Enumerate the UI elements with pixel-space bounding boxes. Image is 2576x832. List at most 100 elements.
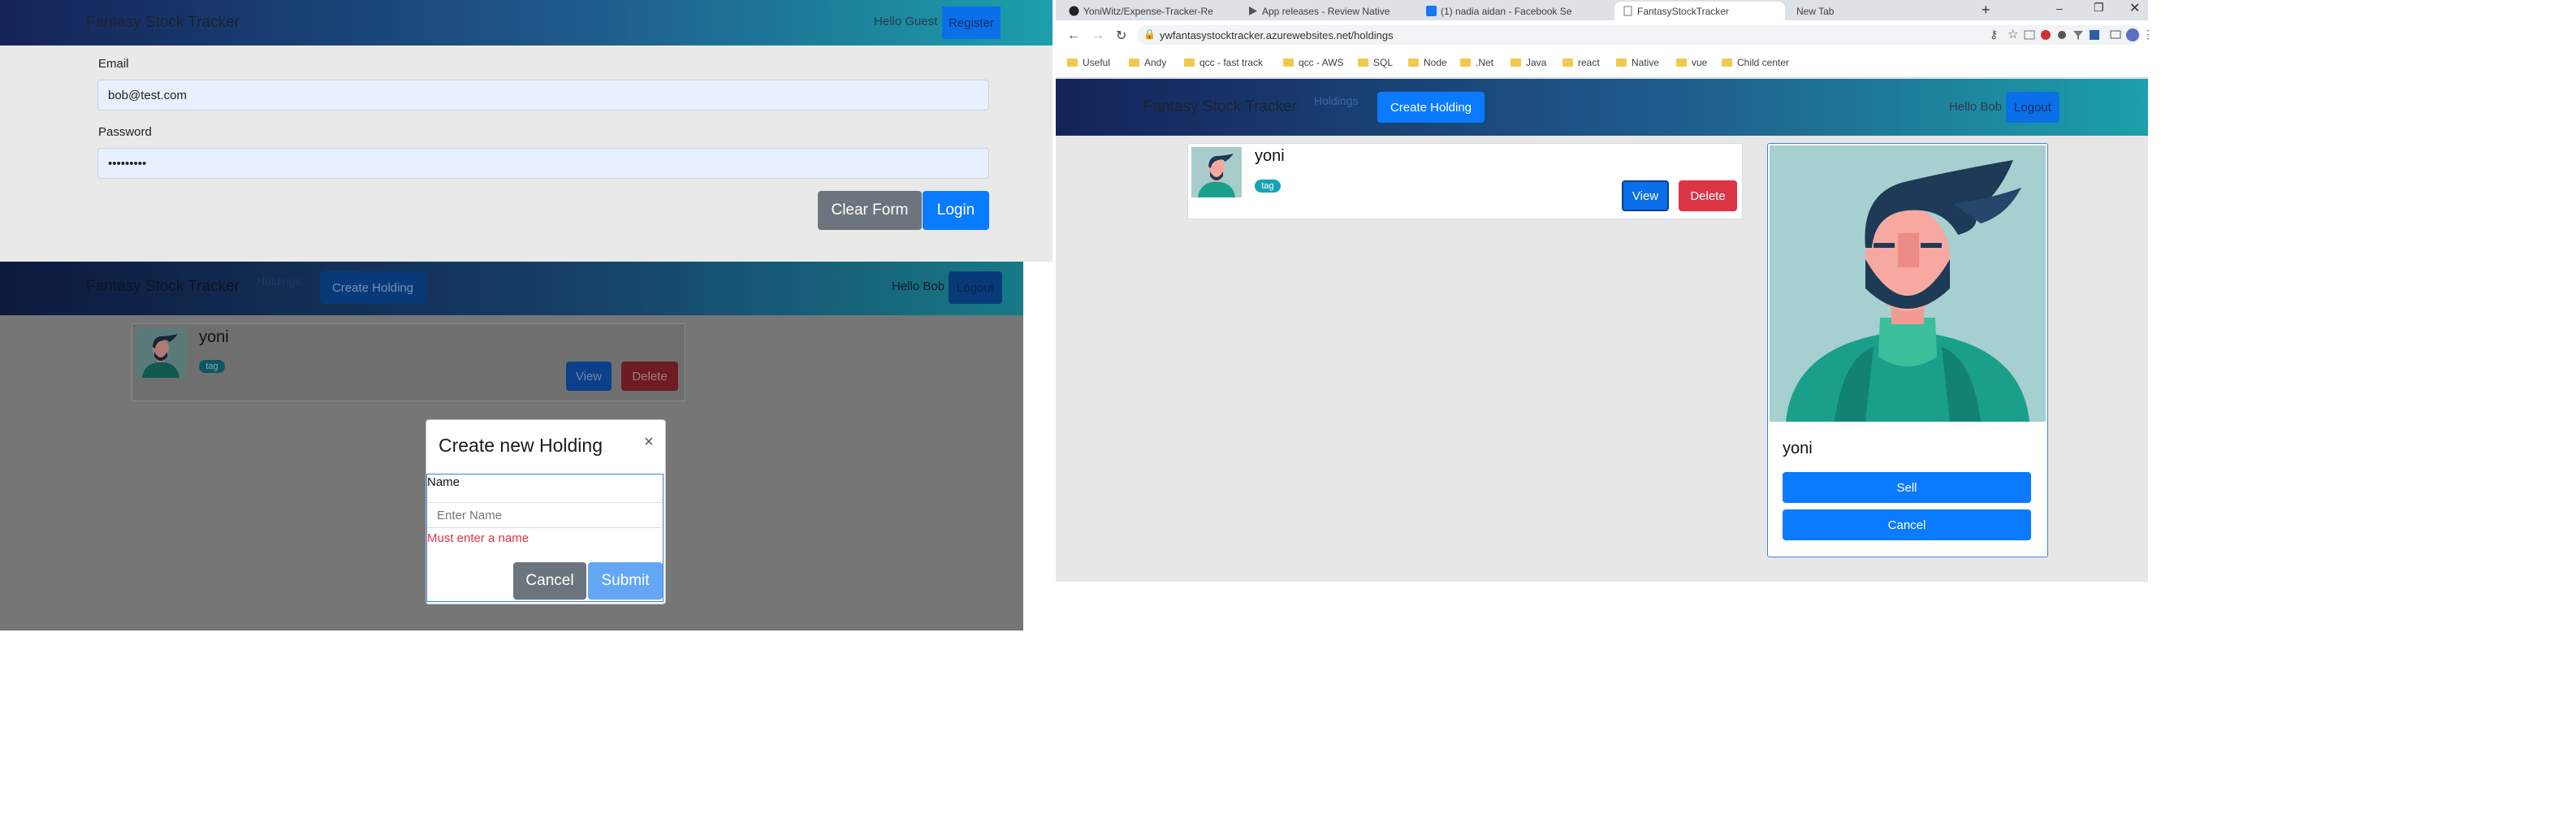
cast-icon[interactable]: [2110, 29, 2121, 41]
filter-icon[interactable]: [2072, 29, 2084, 41]
browser-screenshot: YoniWitz/Expense-Tracker-Re App releases…: [1056, 0, 2154, 582]
detail-name: yoni: [1783, 440, 1813, 457]
modal-title: Create new Holding: [439, 435, 603, 456]
tab-facebook[interactable]: (1) nadia aidan - Facebook Se: [1418, 2, 1580, 20]
folder-icon: [1460, 58, 1471, 67]
bookmark-8[interactable]: react: [1562, 57, 1600, 68]
tab-app-releases[interactable]: App releases - Review Native: [1239, 2, 1402, 20]
holding-detail-card: yoni Sell Cancel: [1767, 143, 2048, 557]
back-icon[interactable]: ←: [1067, 28, 1080, 43]
facebook-icon: [1426, 6, 1437, 16]
brand[interactable]: Fantasy Stock Tracker: [86, 14, 240, 32]
minimize-icon[interactable]: –: [2056, 2, 2063, 15]
login-button[interactable]: Login: [923, 191, 989, 230]
gear-icon[interactable]: [2056, 29, 2068, 41]
folder-icon: [1562, 58, 1573, 67]
folder-icon: [1616, 58, 1627, 67]
name-input[interactable]: [427, 502, 661, 528]
tag-badge: tag: [199, 360, 225, 373]
avatar-icon[interactable]: [2126, 28, 2139, 41]
tab-label: YoniWitz/Expense-Tracker-Re: [1083, 5, 1213, 17]
holding-card[interactable]: yoni tag View Delete: [1187, 143, 1743, 219]
bookmark-11[interactable]: Child center: [1722, 57, 1789, 68]
brand[interactable]: Fantasy Stock Tracker: [86, 278, 240, 296]
login-screenshot: Fantasy Stock Tracker Hello Guest Regist…: [0, 0, 1052, 262]
bookmark-7[interactable]: Java: [1511, 57, 1546, 68]
bookmark-6[interactable]: .Net: [1460, 57, 1493, 68]
register-button[interactable]: Register: [942, 6, 1001, 39]
tab-fantasy-stock-tracker[interactable]: FantasyStockTracker: [1614, 2, 1785, 20]
cancel-button[interactable]: Cancel: [513, 562, 586, 600]
login-navbar: Fantasy Stock Tracker Hello Guest Regist…: [0, 0, 1052, 46]
restore-icon[interactable]: ❐: [2094, 1, 2104, 15]
email-field[interactable]: bob@test.com: [97, 80, 989, 110]
password-field[interactable]: •••••••••: [97, 148, 989, 179]
tab-label: (1) nadia aidan - Facebook Se: [1441, 5, 1572, 17]
tab-label: New Tab: [1796, 5, 1835, 17]
bookmark-10[interactable]: vue: [1676, 57, 1707, 68]
folder-icon: [1408, 58, 1419, 67]
tab-label: FantasyStockTracker: [1637, 5, 1729, 17]
logout-button[interactable]: Logout: [949, 271, 1002, 304]
delete-button[interactable]: Delete: [1679, 180, 1737, 211]
close-window-icon[interactable]: ✕: [2129, 0, 2140, 16]
tab-github[interactable]: YoniWitz/Expense-Tracker-Re: [1061, 2, 1223, 20]
bookmark-1[interactable]: Andy: [1129, 57, 1166, 68]
modal-body: Name Must enter a name Cancel Submit: [426, 474, 663, 602]
nav-link-holdings[interactable]: Holdings: [1314, 94, 1358, 107]
create-holding-button[interactable]: Create Holding: [320, 271, 426, 304]
star-icon[interactable]: ☆: [2008, 27, 2018, 41]
tab-label: App releases - Review Native: [1262, 5, 1390, 17]
greeting: Hello Bob: [892, 280, 945, 293]
app-navbar: Fantasy Stock Tracker Holdings Create Ho…: [1056, 79, 2148, 136]
menu-icon[interactable]: ⋮: [2142, 28, 2154, 41]
holding-name: yoni: [199, 328, 229, 346]
view-button[interactable]: View: [1622, 180, 1669, 211]
extension-cast-icon[interactable]: [2024, 29, 2035, 41]
bookmark-4[interactable]: SQL: [1358, 57, 1393, 68]
clear-form-button[interactable]: Clear Form: [818, 191, 922, 230]
bookmark-2[interactable]: qcc - fast track: [1184, 57, 1263, 68]
cancel-button[interactable]: Cancel: [1783, 509, 2031, 540]
lock-icon: 🔒: [1143, 28, 1156, 40]
name-label: Name: [427, 475, 460, 489]
reload-icon[interactable]: ↻: [1116, 28, 1126, 44]
key-icon[interactable]: ⚷: [1990, 28, 1998, 41]
tab-new-tab[interactable]: New Tab: [1787, 2, 1965, 20]
folder-icon: [1184, 58, 1195, 67]
adblock-icon[interactable]: [2040, 29, 2051, 41]
greeting: Hello Guest: [874, 15, 938, 28]
url-text: ywfantasystocktracker.azurewebsites.net/…: [1160, 29, 1394, 41]
folder-icon: [1283, 58, 1294, 67]
bookmark-5[interactable]: Node: [1408, 57, 1447, 68]
github-icon: [1069, 6, 1079, 16]
greeting: Hello Bob: [1949, 100, 2003, 114]
extension-icon[interactable]: [2089, 29, 2100, 41]
brand[interactable]: Fantasy Stock Tracker: [1143, 98, 1297, 116]
create-holding-modal: Create new Holding × Name Must enter a n…: [426, 419, 666, 604]
folder-icon: [1722, 58, 1732, 67]
submit-button[interactable]: Submit: [588, 562, 663, 600]
modal-view-navbar: Fantasy Stock Tracker Holdings Create Ho…: [0, 262, 1023, 315]
browser-toolbar: ← → ↻ 🔒 ywfantasystocktracker.azurewebsi…: [1056, 20, 2154, 78]
bookmark-0[interactable]: Useful: [1067, 57, 1110, 68]
modal-screenshot: Fantasy Stock Tracker Holdings Create Ho…: [0, 262, 1023, 630]
holding-card: yoni tag View Delete: [132, 323, 685, 401]
bookmark-9[interactable]: Native: [1616, 57, 1659, 68]
avatar: [136, 327, 186, 378]
folder-icon: [1129, 58, 1139, 67]
view-button[interactable]: View: [566, 362, 612, 391]
nav-link-holdings[interactable]: Holdings: [257, 275, 300, 288]
delete-button[interactable]: Delete: [621, 362, 678, 391]
folder-icon: [1067, 58, 1078, 67]
new-tab-icon[interactable]: +: [1982, 2, 1990, 19]
forward-icon[interactable]: →: [1091, 28, 1104, 43]
page-icon: [1623, 6, 1632, 16]
logout-button[interactable]: Logout: [2006, 92, 2060, 123]
sell-button[interactable]: Sell: [1783, 472, 2031, 503]
close-icon[interactable]: ×: [644, 433, 654, 452]
play-icon: [1249, 6, 1257, 15]
email-label: Email: [98, 57, 129, 71]
create-holding-button[interactable]: Create Holding: [1377, 92, 1485, 123]
bookmark-3[interactable]: qcc - AWS: [1283, 57, 1344, 68]
